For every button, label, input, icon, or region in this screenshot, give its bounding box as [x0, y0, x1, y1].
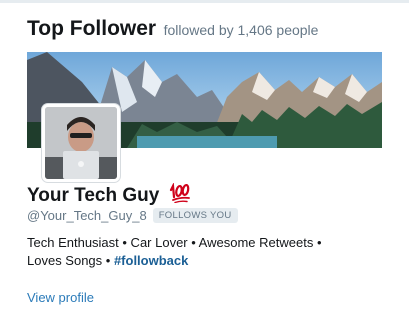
card-title: Top Follower: [27, 17, 157, 40]
handle-row: @Your_Tech_Guy_8 FOLLOWS YOU: [27, 208, 238, 223]
bio-line-1: Tech Enthusiast • Car Lover • Awesome Re…: [27, 235, 322, 250]
avatar[interactable]: [42, 104, 120, 182]
card-header: Top Follower followed by 1,406 people: [27, 17, 318, 41]
name-row: Your Tech Guy: [27, 182, 191, 208]
user-photo-image: [45, 107, 117, 179]
hundred-points-emoji-icon: [169, 182, 191, 208]
bio-line-2: Loves Songs •: [27, 253, 114, 268]
bio: Tech Enthusiast • Car Lover • Awesome Re…: [27, 234, 367, 270]
handle[interactable]: @Your_Tech_Guy_8: [27, 208, 147, 223]
follows-you-badge: FOLLOWS YOU: [152, 208, 238, 223]
card-subtitle: followed by 1,406 people: [163, 22, 319, 38]
view-profile-link[interactable]: View profile: [27, 290, 94, 305]
hashtag-link[interactable]: #followback: [114, 253, 188, 268]
display-name[interactable]: Your Tech Guy: [27, 185, 159, 206]
top-divider: [0, 0, 409, 3]
